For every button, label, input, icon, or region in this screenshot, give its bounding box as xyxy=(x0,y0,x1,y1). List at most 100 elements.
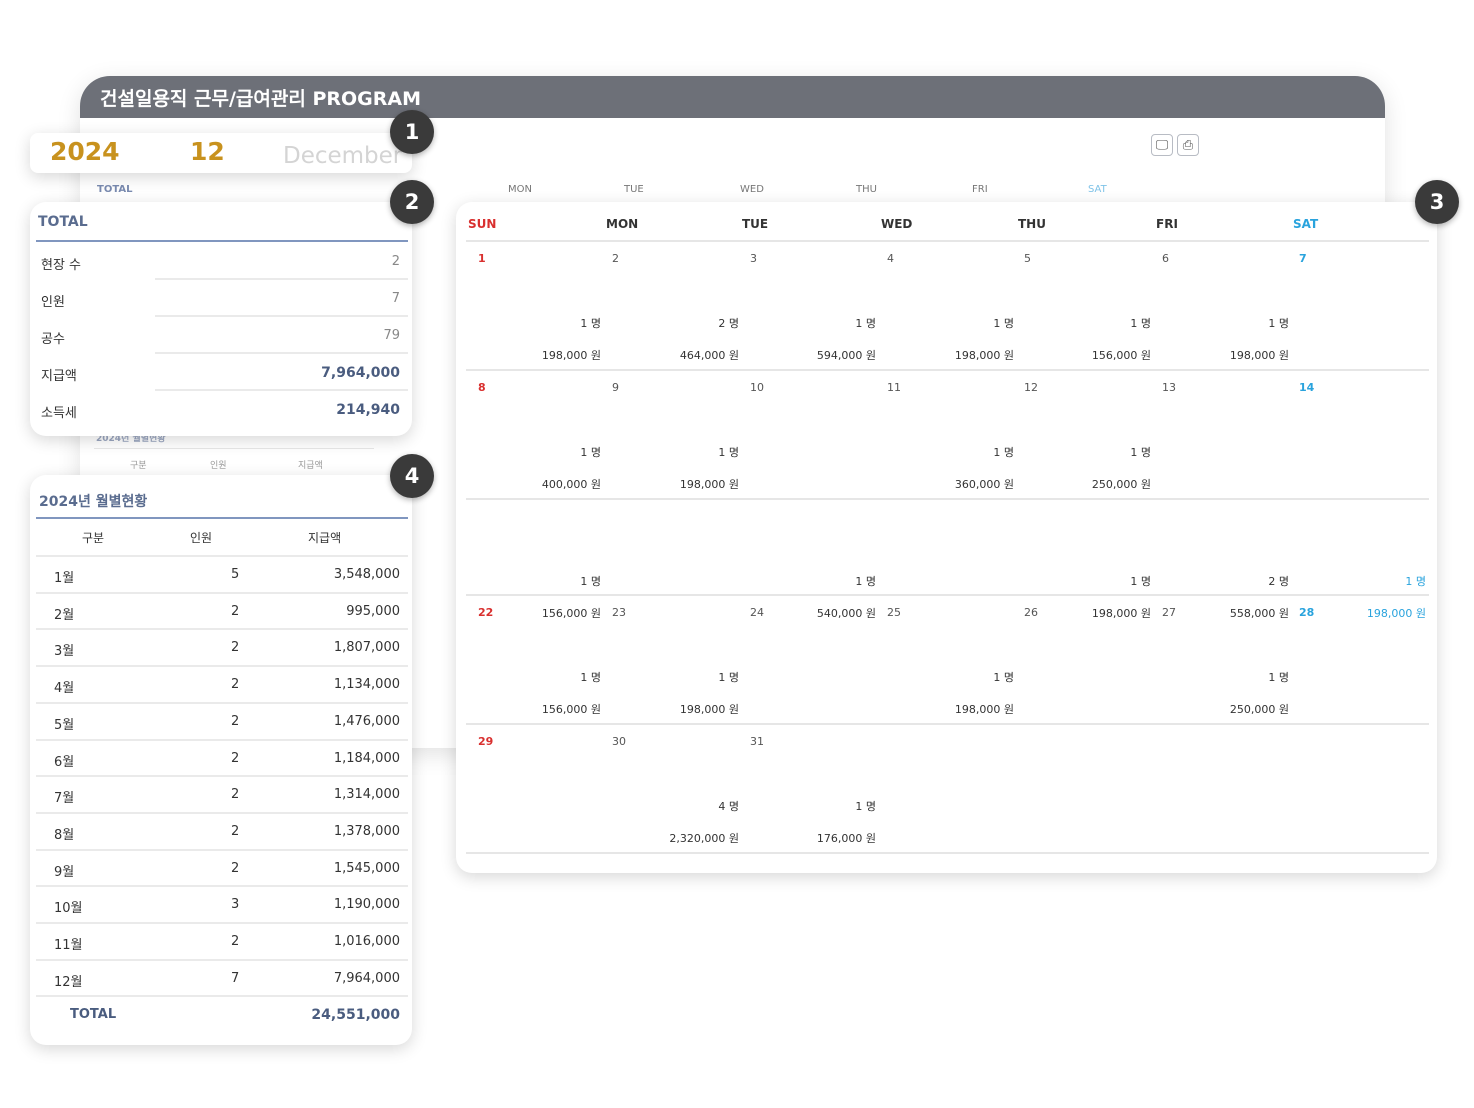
calendar-date[interactable]: 28 xyxy=(1299,606,1314,619)
bg-weekday-fri: FRI xyxy=(972,184,988,195)
calendar-pay-amount: 558,000 원 xyxy=(1229,607,1289,620)
calendar-worker-count: 1 명 xyxy=(580,317,601,330)
monthly-row-amount: 7,964,000 xyxy=(333,970,400,986)
monthly-row-people: 5 xyxy=(231,567,240,582)
monthly-col-people: 인원 xyxy=(190,531,213,545)
calendar-pay-amount: 594,000 원 xyxy=(816,349,876,362)
monthly-row-month: 2월 xyxy=(54,607,75,623)
table-row-separator xyxy=(36,775,408,778)
total-row-value: 214,940 xyxy=(336,402,400,418)
table-row: 7월 2 1,314,000 xyxy=(36,775,408,812)
calendar-date[interactable]: 26 xyxy=(1024,606,1038,619)
calendar-weekday-sun: SUN xyxy=(468,217,497,231)
calendar-pay-amount: 156,000 원 xyxy=(541,607,601,620)
badge-2: 2 xyxy=(390,180,434,224)
year-value[interactable]: 2024 xyxy=(50,137,120,166)
calendar-pay-amount: 198,000 원 xyxy=(541,349,601,362)
calendar-pay-amount: 156,000 원 xyxy=(1091,349,1151,362)
calendar-worker-count: 1 명 xyxy=(993,317,1014,330)
calendar-date[interactable]: 4 xyxy=(887,252,894,265)
calendar-week-separator xyxy=(466,498,1429,500)
calendar-date[interactable]: 24 xyxy=(750,606,764,619)
monthly-row-amount: 1,190,000 xyxy=(333,897,400,913)
table-row-separator xyxy=(36,922,408,924)
month-value[interactable]: 12 xyxy=(190,137,225,166)
monthly-row-amount: 1,314,000 xyxy=(333,787,400,803)
calendar-date[interactable]: 5 xyxy=(1024,252,1031,265)
bg-weekday-sat: SAT xyxy=(1088,184,1107,195)
badge-3: 3 xyxy=(1415,180,1459,224)
monthly-row-amount: 3,548,000 xyxy=(333,567,400,582)
calendar-date[interactable]: 3 xyxy=(750,252,757,265)
monthly-row-people: 2 xyxy=(231,787,240,803)
monthly-row-people: 2 xyxy=(231,934,240,949)
calendar-pay-amount: 198,000 원 xyxy=(954,349,1014,362)
bg-weekday-thu: THU xyxy=(856,184,877,195)
bg-sub-col-2: 인원 xyxy=(210,461,227,471)
calendar-pay-amount: 2,320,000 원 xyxy=(669,832,739,845)
table-row-separator xyxy=(36,958,408,961)
calendar-week-separator xyxy=(466,852,1429,854)
calendar-pay-amount: 250,000 원 xyxy=(1091,478,1151,491)
calendar-date[interactable]: 23 xyxy=(612,606,626,619)
calendar-header-rule xyxy=(466,240,1429,242)
calendar-date[interactable]: 31 xyxy=(750,735,764,748)
toolbar-icons: 🖵 ⎙ xyxy=(1151,134,1199,156)
monthly-row-amount: 1,807,000 xyxy=(333,640,400,656)
calendar-date[interactable]: 11 xyxy=(887,381,901,394)
calendar-worker-count: 4 명 xyxy=(718,800,739,813)
calendar-date[interactable]: 14 xyxy=(1299,381,1314,394)
calendar-date[interactable]: 1 xyxy=(478,252,486,265)
calendar-worker-count: 1 명 xyxy=(1405,575,1426,588)
period-card: 2024 12 December xyxy=(30,133,412,173)
calendar-worker-count: 2 명 xyxy=(1268,575,1289,588)
calendar-date[interactable]: 2 xyxy=(612,252,619,265)
calendar-date[interactable]: 30 xyxy=(612,735,626,748)
total-card: TOTAL 현장 수 2 인원 7 공수 79 지급액 7,964,000 소득세 214,940 xyxy=(30,202,412,436)
monthly-row-amount: 1,184,000 xyxy=(333,750,400,766)
bg-sub-col-3: 지급액 xyxy=(298,461,323,471)
calendar-worker-count: 1 명 xyxy=(718,446,739,459)
calendar-weekday-sat: SAT xyxy=(1293,217,1319,231)
calendar-pay-amount: 176,000 원 xyxy=(816,832,876,845)
monthly-row-people: 2 xyxy=(231,860,240,876)
badge-4: 4 xyxy=(390,454,434,498)
badge-1: 1 xyxy=(390,110,434,154)
calendar-week-separator xyxy=(466,594,1429,596)
window-title: 건설일용직 근무/급여관리 PROGRAM xyxy=(80,76,1385,118)
calendar-date[interactable]: 7 xyxy=(1299,252,1307,265)
print-icon[interactable]: ⎙ xyxy=(1177,134,1199,156)
calendar-date[interactable]: 9 xyxy=(612,381,619,394)
monthly-row-amount: 1,545,000 xyxy=(333,860,400,876)
calendar-date[interactable]: 27 xyxy=(1162,606,1176,619)
calendar-worker-count: 1 명 xyxy=(1268,317,1289,330)
monthly-row-people: 2 xyxy=(231,677,240,693)
calendar-worker-count: 1 명 xyxy=(1130,446,1151,459)
monthly-row-amount: 1,016,000 xyxy=(333,934,400,949)
calendar-card: SUN MON TUE WED THU FRI SAT 1 2 1 명 198,000 원32 명4… xyxy=(456,202,1437,873)
monthly-row-month: 12월 xyxy=(54,974,83,990)
monthly-title: 2024년 월별현황 xyxy=(39,494,148,510)
bg-weekday-tue: TUE xyxy=(624,184,644,195)
calendar-worker-count: 1 명 xyxy=(1130,317,1151,330)
calendar-pay-amount: 198,000 원 xyxy=(1366,607,1426,620)
calendar-worker-count: 1 명 xyxy=(993,671,1014,684)
calendar-worker-count: 1 명 xyxy=(580,575,601,588)
calendar-date[interactable]: 8 xyxy=(478,381,486,394)
calendar-date[interactable]: 25 xyxy=(887,606,901,619)
calendar-date[interactable]: 12 xyxy=(1024,381,1038,394)
table-row-separator xyxy=(36,555,408,557)
table-row: 5월 2 1,476,000 xyxy=(36,701,408,739)
total-row: 인원 7 xyxy=(38,281,408,317)
calendar-date[interactable]: 13 xyxy=(1162,381,1176,394)
total-title: TOTAL xyxy=(38,214,88,230)
monitor-icon[interactable]: 🖵 xyxy=(1151,134,1173,156)
calendar-date[interactable]: 22 xyxy=(478,606,493,619)
monthly-row-amount: 1,378,000 xyxy=(333,823,400,839)
total-row-separator xyxy=(155,352,408,354)
calendar-date[interactable]: 10 xyxy=(750,381,764,394)
total-header-rule xyxy=(36,240,408,242)
calendar-date[interactable]: 29 xyxy=(478,735,493,748)
calendar-date[interactable]: 6 xyxy=(1162,252,1169,265)
bg-weekday-wed: WED xyxy=(740,184,764,195)
